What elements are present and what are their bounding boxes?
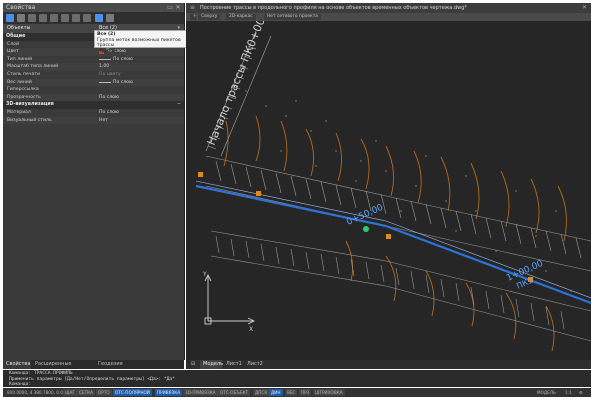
property-value[interactable]: Нет (99, 117, 108, 125)
tab-layout2[interactable]: Лист2 (244, 360, 264, 369)
lineweight-toggle[interactable]: ВЕС (285, 389, 298, 396)
hatch-toggle[interactable]: ШТРИХОВКА (313, 389, 345, 396)
menu-icon[interactable]: ≡ (190, 3, 195, 13)
color-icon[interactable] (72, 14, 80, 22)
property-label: Масштаб типа линий (7, 64, 59, 70)
grid-dots (245, 90, 572, 292)
document-tab[interactable]: Построение трассы в продольного профиля … (200, 3, 467, 13)
properties-panel-title: Свойства ▭ ✕ (3, 3, 184, 12)
dynamic-input-toggle[interactable]: ДИН (269, 389, 283, 396)
object-tracking-toggle[interactable]: ОТС-ОБЪЕКТ (218, 389, 251, 396)
property-row-linetype-scale[interactable]: Масштаб типа линий 1,00 (3, 63, 184, 71)
gear-icon[interactable]: ⚙ (577, 389, 585, 396)
property-row-lineweight[interactable]: Вес линий По слою (3, 78, 184, 87)
ucs-x-label: X (249, 326, 253, 333)
tab-properties[interactable]: Свойства (3, 360, 31, 369)
property-label: Прозрачность (7, 94, 41, 100)
object-snap-toggle[interactable]: ПРИВЯЗКА (155, 389, 183, 396)
property-label: Тип линий (7, 56, 33, 62)
properties-toolbar (3, 12, 184, 24)
sort-icon[interactable] (50, 14, 58, 22)
property-label: Слой (7, 41, 19, 47)
contour-lines (223, 115, 567, 352)
filter-icon[interactable] (39, 14, 47, 22)
property-row-linetype[interactable]: Тип линий По слою (3, 56, 184, 64)
ortho-toggle[interactable]: ОРТО (96, 389, 112, 396)
snap-toggle[interactable]: ШАГ (63, 389, 77, 396)
linetype-sample-icon (99, 59, 111, 60)
property-value[interactable]: По слою (99, 109, 119, 117)
tab-scroll-icon[interactable]: ⊟ (188, 360, 196, 369)
vertex-grip-icon[interactable] (363, 226, 369, 232)
view-icon[interactable] (95, 14, 103, 22)
view-control[interactable]: Сверху (198, 14, 221, 20)
selection-tooltip: Все (2) Группа меток возможных пикетов т… (94, 30, 198, 54)
viewport-menu-icon[interactable]: + (190, 14, 197, 20)
3d-snap-toggle[interactable]: 3D-ПРИВЯЗКА (183, 389, 218, 396)
status-bar: 800.0000, 4 380.7800, 0.0000 ШАГ СЕТКА О… (3, 388, 591, 397)
drawing-svg: Начало трассы ПК0+00,00 0+50,00 1+00,00 … (195, 21, 591, 352)
property-row-visual-style[interactable]: Визуальный стиль Нет (3, 116, 184, 125)
gear-icon[interactable] (106, 14, 114, 22)
property-value[interactable]: По слою (113, 79, 133, 87)
property-label: Материал (7, 110, 31, 115)
property-row-transparency[interactable]: Прозрачность По слою (3, 93, 184, 102)
tooltip-line: Трасса (99, 48, 116, 54)
linetype-icon[interactable] (83, 14, 91, 22)
layout-tabs: ⊟ Модель Лист1 Лист2 (186, 360, 591, 369)
app-window: Свойства ▭ ✕ Объекты Все (2) ▾ Общие Все… (0, 0, 594, 400)
close-icon[interactable]: ✕ (582, 3, 587, 13)
grid-toggle[interactable]: СЕТКА (77, 389, 95, 396)
polar-tracking-toggle[interactable]: ОТС-ПОЛЯРНОЙ (113, 389, 152, 396)
properties-tabs: Свойства Расширенные свойства Геодезия (3, 360, 184, 376)
tab-geodesy[interactable]: Геодезия (95, 360, 129, 369)
toggle-pickadd-icon[interactable] (28, 14, 36, 22)
properties-title-text: Свойства (6, 4, 36, 11)
quick-select-icon[interactable] (17, 14, 25, 22)
model-space-indicator[interactable]: МОДЕЛЬ (535, 389, 558, 396)
alignment-start-label: Начало трассы ПК0+00,00 (205, 21, 275, 147)
command-history-line: Команда: ТРАССА.ПРОФИЛЬ (9, 371, 73, 376)
property-label: Стиль печати (7, 72, 40, 77)
property-value[interactable]: По слою (99, 94, 119, 102)
property-label: Цвет (7, 49, 19, 55)
ucs-y-label: Y (202, 271, 207, 278)
tab-extended-properties[interactable]: Расширенные свойства (32, 360, 94, 376)
select-objects-icon[interactable] (6, 14, 14, 22)
property-value[interactable]: 1,00 (99, 63, 109, 71)
section-label: 3D-визуализация (6, 102, 54, 108)
tab-layout1[interactable]: Лист1 (223, 360, 243, 369)
transparency-toggle[interactable]: ПРЗ (299, 389, 312, 396)
dynamic-ucs-toggle[interactable]: ДПСК (253, 389, 270, 396)
command-line[interactable]: Команда: ТРАССА.ПРОФИЛЬ Применить параме… (3, 370, 591, 387)
property-value[interactable]: По цвету (99, 71, 121, 79)
network-project-control[interactable]: Нет сетевого проекта (264, 14, 321, 20)
annotation-scale[interactable]: 1:1 (563, 389, 574, 396)
property-value[interactable]: По слою (113, 56, 133, 64)
layer-icon[interactable] (61, 14, 69, 22)
section-label: Общие (6, 34, 26, 39)
ucs-icon (204, 273, 256, 325)
object-selector-label: Объекты (7, 25, 31, 31)
property-label: Визуальный стиль (7, 117, 52, 123)
property-label: Гиперссылка (7, 87, 39, 93)
tooltip-line: Группа меток возможных пикетов трассы (97, 37, 181, 49)
command-history-line: Применить параметры [Да/Нет/Определить п… (9, 376, 175, 382)
viewport-controls: + Сверху 2D-каркас Нет сетевого проекта (186, 13, 591, 21)
document-tab-bar: ≡ Построение трассы в продольного профил… (186, 3, 591, 13)
properties-panel: Свойства ▭ ✕ Объекты Все (2) ▾ Общие Все… (3, 3, 185, 360)
tab-model[interactable]: Модель (200, 360, 223, 369)
close-icon[interactable]: ✕ (174, 3, 182, 12)
pin-icon[interactable]: ▭ (166, 3, 174, 12)
property-label: Вес линий (7, 79, 32, 85)
property-row-hyperlink[interactable]: Гиперссылка (3, 86, 184, 94)
lineweight-sample-icon (99, 82, 111, 83)
property-row-plot-style[interactable]: Стиль печати По цвету (3, 71, 184, 79)
drawing-canvas[interactable]: Начало трассы ПК0+00,00 0+50,00 1+00,00 … (186, 21, 591, 360)
collapse-icon[interactable]: − (177, 101, 181, 109)
visual-style-control[interactable]: 2D-каркас (226, 14, 256, 20)
command-prompt[interactable]: Команда: (9, 382, 31, 387)
property-row-material[interactable]: Материал По слою (3, 109, 184, 117)
section-3d-visualization[interactable]: 3D-визуализация − (3, 101, 184, 109)
